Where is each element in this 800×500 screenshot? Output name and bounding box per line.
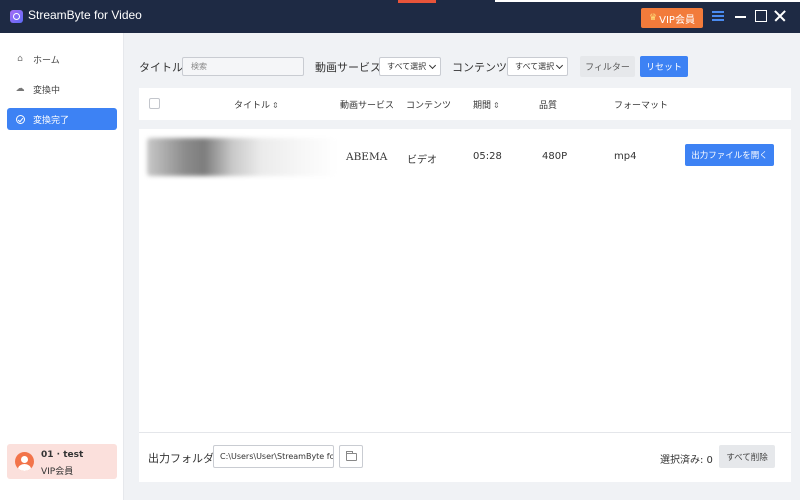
folder-icon — [346, 451, 357, 461]
service-select[interactable]: すべて選択 — [379, 57, 441, 76]
close-icon[interactable] — [773, 9, 787, 23]
cell-format: mp4 — [614, 151, 637, 162]
user-name: 01 · test — [41, 450, 84, 460]
titlebar-strip — [495, 0, 800, 2]
minimize-icon[interactable] — [734, 9, 748, 23]
title-bar: StreamByte for Video ♛ VIP会員 — [0, 0, 800, 33]
reset-button[interactable]: リセット — [640, 56, 688, 77]
content-select-value: すべて選択 — [515, 62, 555, 71]
sidebar-item-label: ホーム — [33, 55, 60, 66]
sidebar-item-completed[interactable]: 変換完了 — [7, 108, 117, 130]
browse-folder-button[interactable] — [339, 445, 363, 468]
content-select[interactable]: すべて選択 — [507, 57, 568, 76]
cell-content: ビデオ — [407, 155, 437, 166]
sidebar: ⌂ ホーム ☁ 変換中 変換完了 01 · test VIP会員 — [0, 33, 124, 500]
service-select-value: すべて選択 — [387, 62, 427, 71]
output-folder-label: 出力フォルダ — [148, 452, 214, 465]
avatar — [15, 452, 34, 471]
select-all-checkbox[interactable] — [149, 98, 160, 109]
home-icon: ⌂ — [17, 54, 23, 64]
sort-icon: ⇕ — [493, 101, 500, 110]
output-path-input[interactable] — [213, 445, 334, 468]
user-tier: VIP会員 — [41, 467, 74, 477]
title-filter-label: タイトル — [139, 61, 183, 74]
table-body: ABEMA ビデオ 05:28 480P mp4 出力ファイルを開く — [139, 129, 791, 432]
vip-button-label: VIP会員 — [659, 14, 695, 26]
footer-bar: 出力フォルダ 選択済み: 0 すべて削除 — [139, 432, 791, 482]
content-filter-label: コンテンツ — [452, 61, 507, 74]
menu-icon[interactable] — [711, 9, 725, 23]
table-row[interactable]: ABEMA ビデオ 05:28 480P mp4 出力ファイルを開く — [139, 129, 791, 184]
delete-all-button[interactable]: すべて削除 — [719, 445, 775, 468]
vip-button[interactable]: ♛ VIP会員 — [641, 8, 703, 28]
sidebar-item-home[interactable]: ⌂ ホーム — [7, 48, 117, 70]
column-format: フォーマット — [614, 101, 669, 111]
chevron-down-icon — [555, 61, 564, 70]
video-thumbnail — [147, 138, 337, 176]
sidebar-item-label: 変換完了 — [33, 115, 70, 126]
sidebar-item-converting[interactable]: ☁ 変換中 — [7, 78, 117, 100]
column-content: コンテンツ — [406, 101, 452, 111]
app-title: StreamByte for Video — [28, 8, 142, 22]
maximize-icon[interactable] — [754, 9, 768, 23]
column-title[interactable]: タイトル ⇕ — [234, 98, 279, 111]
sidebar-item-label: 変換中 — [33, 85, 61, 96]
user-card[interactable]: 01 · test VIP会員 — [7, 444, 117, 479]
search-input[interactable] — [182, 57, 304, 76]
open-output-file-button[interactable]: 出力ファイルを開く — [685, 144, 774, 166]
main-content: タイトル 動画サービス すべて選択 コンテンツ すべて選択 フィルター リセット… — [125, 33, 800, 500]
cloud-download-icon: ☁ — [15, 84, 25, 94]
selected-count: 選択済み: 0 — [660, 455, 713, 466]
chevron-down-icon — [428, 61, 437, 70]
cell-duration: 05:28 — [473, 151, 502, 162]
cell-quality: 480P — [542, 151, 568, 162]
column-quality: 品質 — [539, 101, 558, 111]
service-filter-label: 動画サービス — [315, 61, 381, 74]
titlebar-accent — [398, 0, 436, 3]
sort-icon: ⇕ — [272, 101, 279, 110]
table-header: タイトル ⇕ 動画サービス コンテンツ 期間 ⇕ 品質 フォーマット — [139, 88, 791, 120]
column-service: 動画サービス — [340, 101, 395, 111]
app-logo-icon — [10, 10, 23, 23]
column-duration[interactable]: 期間 ⇕ — [473, 98, 500, 111]
check-circle-icon — [15, 114, 25, 124]
filter-bar: タイトル 動画サービス すべて選択 コンテンツ すべて選択 フィルター リセット — [125, 33, 800, 93]
filter-button[interactable]: フィルター — [580, 56, 635, 77]
cell-service: ABEMA — [346, 151, 388, 163]
crown-icon: ♛ — [649, 13, 658, 23]
